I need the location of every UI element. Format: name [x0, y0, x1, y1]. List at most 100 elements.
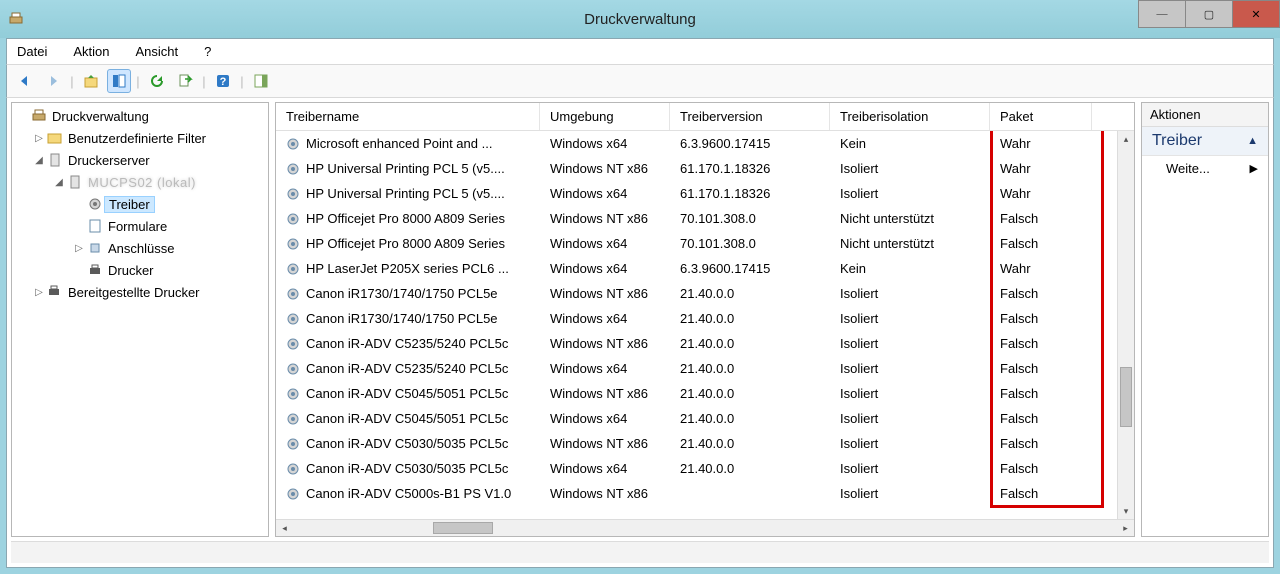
tree-deployed[interactable]: ▷ Bereitgestellte Drucker	[12, 281, 268, 303]
scroll-thumb[interactable]	[1120, 367, 1132, 427]
table-row[interactable]: Canon iR-ADV C5030/5035 PCL5cWindows x64…	[276, 456, 1134, 481]
table-row[interactable]: Canon iR-ADV C5235/5240 PCL5cWindows x64…	[276, 356, 1134, 381]
col-name[interactable]: Treibername	[276, 103, 540, 130]
expander-icon[interactable]: ▷	[72, 243, 86, 254]
cell-name: Microsoft enhanced Point and ...	[276, 136, 540, 151]
table-row[interactable]: Canon iR-ADV C5045/5051 PCL5cWindows NT …	[276, 381, 1134, 406]
scroll-down-button[interactable]: ▾	[1118, 503, 1134, 519]
refresh-button[interactable]	[145, 69, 169, 93]
cell-iso: Isoliert	[830, 386, 990, 401]
show-hide-tree-button[interactable]	[107, 69, 131, 93]
tree-deployed-label: Bereitgestellte Drucker	[64, 284, 204, 301]
tree-ports[interactable]: ▷ Anschlüsse	[12, 237, 268, 259]
expander-icon[interactable]: ▷	[32, 133, 46, 144]
menu-help[interactable]: ?	[200, 42, 215, 61]
cell-env: Windows NT x86	[540, 336, 670, 351]
table-row[interactable]: HP LaserJet P205X series PCL6 ...Windows…	[276, 256, 1134, 281]
cell-name: HP Officejet Pro 8000 A809 Series	[276, 211, 540, 226]
tree-server-node[interactable]: ◢ MUCPS02 (lokal)	[12, 171, 268, 193]
cell-ver: 21.40.0.0	[670, 336, 830, 351]
vertical-scrollbar[interactable]: ▴ ▾	[1117, 131, 1134, 519]
toolbar-separator: |	[239, 69, 245, 93]
table-row[interactable]: HP Universal Printing PCL 5 (v5....Windo…	[276, 181, 1134, 206]
col-iso[interactable]: Treiberisolation	[830, 103, 990, 130]
gear-icon	[286, 262, 300, 276]
window-title: Druckverwaltung	[0, 11, 1280, 28]
cell-env: Windows x64	[540, 186, 670, 201]
tree-print-servers[interactable]: ◢ Druckerserver	[12, 149, 268, 171]
expander-icon[interactable]: ◢	[32, 155, 46, 166]
table-row[interactable]: Canon iR1730/1740/1750 PCL5eWindows x642…	[276, 306, 1134, 331]
scroll-right-button[interactable]: ▸	[1117, 523, 1134, 534]
toolbar-separator: |	[201, 69, 207, 93]
horizontal-scrollbar[interactable]: ◂ ▸	[276, 519, 1134, 536]
cell-name: Canon iR-ADV C5235/5240 PCL5c	[276, 336, 540, 351]
table-row[interactable]: HP Universal Printing PCL 5 (v5....Windo…	[276, 156, 1134, 181]
minimize-button[interactable]: —	[1138, 0, 1186, 28]
deployed-printer-icon	[46, 284, 64, 300]
scroll-track[interactable]	[293, 520, 1117, 536]
cell-pkg: Falsch	[990, 461, 1092, 476]
statusbar	[11, 541, 1269, 563]
cell-iso: Isoliert	[830, 361, 990, 376]
table-row[interactable]: HP Officejet Pro 8000 A809 SeriesWindows…	[276, 206, 1134, 231]
scroll-track[interactable]	[1118, 147, 1134, 503]
app-window: Druckverwaltung — ▢ ✕ Datei Aktion Ansic…	[0, 0, 1280, 574]
svg-text:?: ?	[220, 76, 227, 88]
tree-root[interactable]: Druckverwaltung	[12, 105, 268, 127]
tree-pane[interactable]: Druckverwaltung ▷ Benutzerdefinierte Fil…	[11, 102, 269, 537]
action-pane-button[interactable]	[249, 69, 273, 93]
cell-pkg: Wahr	[990, 261, 1092, 276]
print-mgmt-icon	[30, 108, 48, 124]
forward-button[interactable]	[41, 69, 65, 93]
action-more[interactable]: Weite... ▶	[1142, 156, 1268, 181]
close-button[interactable]: ✕	[1232, 0, 1280, 28]
menu-action[interactable]: Aktion	[69, 42, 113, 61]
table-row[interactable]: Canon iR-ADV C5030/5035 PCL5cWindows NT …	[276, 431, 1134, 456]
scroll-up-button[interactable]: ▴	[1118, 131, 1134, 147]
tree-root-label: Druckverwaltung	[48, 108, 153, 125]
scroll-left-button[interactable]: ◂	[276, 523, 293, 534]
menu-file[interactable]: Datei	[13, 42, 51, 61]
table-row[interactable]: Microsoft enhanced Point and ...Windows …	[276, 131, 1134, 156]
help-button[interactable]: ?	[211, 69, 235, 93]
col-env[interactable]: Umgebung	[540, 103, 670, 130]
tree-printers[interactable]: Drucker	[12, 259, 268, 281]
cell-pkg: Falsch	[990, 236, 1092, 251]
collapse-icon[interactable]: ▲	[1247, 135, 1258, 147]
gear-icon	[286, 287, 300, 301]
tree-drivers[interactable]: Treiber	[12, 193, 268, 215]
expander-icon[interactable]: ▷	[32, 287, 46, 298]
export-button[interactable]	[173, 69, 197, 93]
cell-name: Canon iR-ADV C5045/5051 PCL5c	[276, 386, 540, 401]
cell-pkg: Wahr	[990, 161, 1092, 176]
table-row[interactable]: Canon iR-ADV C5235/5240 PCL5cWindows NT …	[276, 331, 1134, 356]
cell-iso: Nicht unterstützt	[830, 211, 990, 226]
col-ver[interactable]: Treiberversion	[670, 103, 830, 130]
cell-iso: Isoliert	[830, 411, 990, 426]
action-more-label: Weite...	[1166, 161, 1210, 176]
cell-env: Windows x64	[540, 236, 670, 251]
table-row[interactable]: Canon iR-ADV C5000s-B1 PS V1.0Windows NT…	[276, 481, 1134, 506]
up-button[interactable]	[79, 69, 103, 93]
gear-icon	[286, 162, 300, 176]
cell-ver: 21.40.0.0	[670, 386, 830, 401]
cell-name: Canon iR-ADV C5030/5035 PCL5c	[276, 461, 540, 476]
cell-pkg: Falsch	[990, 386, 1092, 401]
table-row[interactable]: Canon iR-ADV C5045/5051 PCL5cWindows x64…	[276, 406, 1134, 431]
server-icon	[66, 174, 84, 190]
maximize-button[interactable]: ▢	[1185, 0, 1233, 28]
tree-custom-filters[interactable]: ▷ Benutzerdefinierte Filter	[12, 127, 268, 149]
cell-name: Canon iR-ADV C5030/5035 PCL5c	[276, 436, 540, 451]
tree-forms[interactable]: Formulare	[12, 215, 268, 237]
back-button[interactable]	[13, 69, 37, 93]
scroll-thumb[interactable]	[433, 522, 493, 534]
table-row[interactable]: Canon iR1730/1740/1750 PCL5eWindows NT x…	[276, 281, 1134, 306]
col-pkg[interactable]: Paket	[990, 103, 1092, 130]
cell-name: HP Universal Printing PCL 5 (v5....	[276, 161, 540, 176]
table-row[interactable]: HP Officejet Pro 8000 A809 SeriesWindows…	[276, 231, 1134, 256]
expander-icon[interactable]: ◢	[52, 177, 66, 188]
menu-view[interactable]: Ansicht	[132, 42, 183, 61]
cell-ver: 61.170.1.18326	[670, 186, 830, 201]
action-section[interactable]: Treiber ▲	[1142, 127, 1268, 156]
